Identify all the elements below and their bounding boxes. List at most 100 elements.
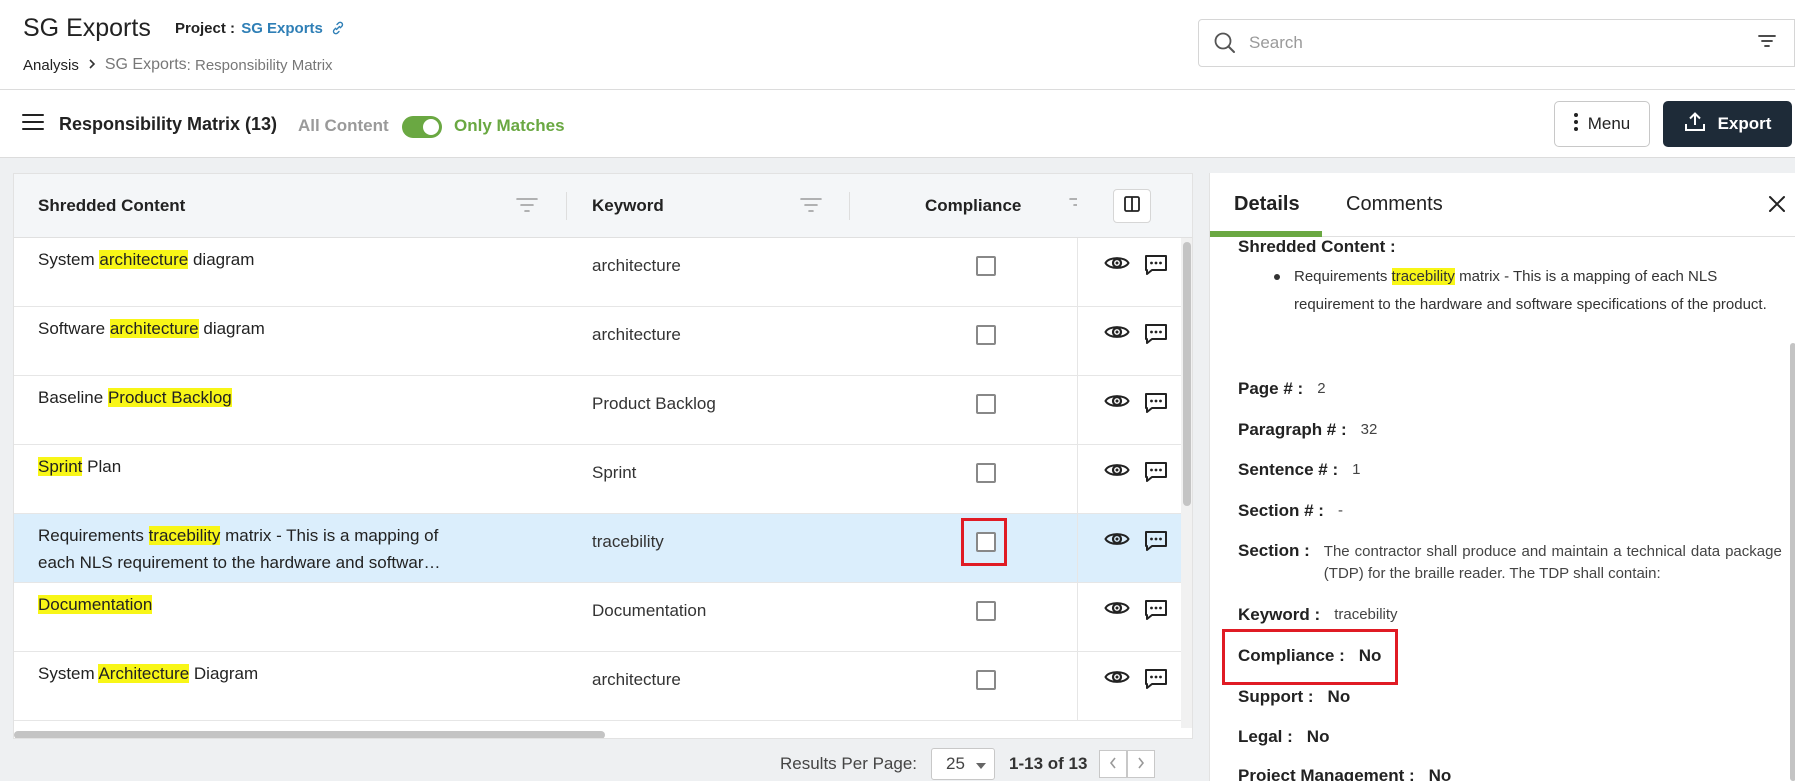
toggle-label-all-content[interactable]: All Content [298,116,389,136]
eye-icon[interactable] [1104,530,1130,553]
details-scrollbar-thumb[interactable] [1790,343,1795,781]
table-row[interactable]: Documentation Documentation [14,583,1182,652]
content-text-pre: System [38,664,99,683]
breadcrumb-root[interactable]: Analysis [23,57,79,74]
shredded-content-cell[interactable]: Software architecture diagram [38,315,458,342]
paragraph-value: 32 [1360,421,1378,438]
shredded-content-cell[interactable]: System Architecture Diagram [38,660,458,687]
section-number-label: Section # : [1238,501,1324,520]
shredded-content-cell[interactable]: Requirements tracebility matrix - This i… [38,522,458,576]
table-row[interactable]: Sprint Plan Sprint [14,445,1182,514]
content-keyword-highlight: Sprint [38,457,83,476]
field-page: Page # : 2 [1238,379,1326,399]
compliance-checkbox[interactable] [976,256,996,276]
toggle-label-only-matches[interactable]: Only Matches [454,116,565,136]
field-sentence: Sentence # : 1 [1238,460,1361,480]
hamburger-menu-icon[interactable] [22,113,44,136]
eye-icon[interactable] [1104,392,1130,415]
external-link-icon[interactable] [331,21,345,39]
column-separator [1077,514,1078,583]
column-chooser-button[interactable] [1113,189,1151,223]
shredded-content-text: Requirements tracebility matrix - This i… [1258,263,1778,319]
shredded-content-cell[interactable]: Documentation [38,591,458,618]
compliance-checkbox[interactable] [976,325,996,345]
chevron-left-icon [1109,757,1117,772]
comment-icon[interactable] [1144,668,1168,695]
column-separator[interactable] [566,192,567,220]
table-row[interactable]: Software architecture diagram architectur… [14,307,1182,376]
project-management-value: No [1428,766,1452,781]
compliance-checkbox[interactable] [976,394,996,414]
comment-icon[interactable] [1144,461,1168,488]
matrix-toolbar: Responsibility Matrix (13) All Content O… [0,90,1795,158]
paragraph-label: Paragraph # : [1238,420,1347,439]
filter-lines-icon [1757,33,1777,54]
comment-icon[interactable] [1144,392,1168,419]
compliance-checkbox[interactable] [976,463,996,483]
kebab-menu-icon [1573,112,1578,136]
content-text-pre: System [38,250,100,269]
eye-icon[interactable] [1104,461,1130,484]
next-page-button[interactable] [1127,750,1156,778]
compliance-checkbox[interactable] [976,601,996,621]
compliance-field-callout [1222,629,1398,685]
page-label: Page # : [1238,379,1304,398]
comment-icon[interactable] [1144,530,1168,557]
column-filter-icon[interactable] [516,196,538,219]
eye-icon[interactable] [1104,599,1130,622]
caret-down-icon [976,754,987,774]
column-header-shredded-content[interactable]: Shredded Content [38,174,185,238]
results-range: 1-13 of 13 [1009,754,1088,773]
column-filter-icon[interactable] [1069,196,1077,219]
pager-nav [1099,750,1156,778]
tab-comments[interactable]: Comments [1346,193,1443,216]
horizontal-scrollbar-thumb[interactable] [14,731,605,738]
menu-button[interactable]: Menu [1554,101,1650,147]
search-input[interactable] [1249,28,1719,58]
eye-icon[interactable] [1104,323,1130,346]
column-separator [1077,652,1078,721]
app-title: SG Exports [23,14,151,42]
sentence-label: Sentence # : [1238,460,1339,479]
close-icon[interactable] [1768,195,1786,218]
table-row[interactable]: System architecture diagram architecture [14,238,1182,307]
shredded-content-cell[interactable]: Sprint Plan [38,453,458,480]
content-text-post: Plan [82,457,122,476]
eye-icon[interactable] [1104,254,1130,277]
project-link[interactable]: SG Exports [241,20,323,37]
previous-page-button[interactable] [1099,750,1128,778]
field-project-management: Project Management : No [1238,766,1451,781]
comment-icon[interactable] [1144,323,1168,350]
project-info: Project : SG Exports [175,20,345,39]
filter-button[interactable] [1740,19,1795,67]
shredded-content-cell[interactable]: Baseline Product Backlog [38,384,458,411]
field-support: Support : No [1238,687,1350,707]
content-keyword-highlight: tracebility [148,526,221,545]
column-separator [1077,376,1078,445]
table-row[interactable]: System Architecture Diagram architecture [14,652,1182,721]
breadcrumb: Analysis SG Exports : Responsibility Mat… [23,56,333,74]
column-filter-icon[interactable] [800,196,822,219]
column-separator[interactable] [849,192,850,220]
field-paragraph: Paragraph # : 32 [1238,420,1377,440]
export-button[interactable]: Export [1663,101,1792,147]
column-header-keyword[interactable]: Keyword [592,174,664,238]
column-separator [1077,445,1078,514]
chevron-right-icon [1137,757,1145,772]
column-header-compliance[interactable]: Compliance [925,174,1021,238]
content-toggle-switch[interactable] [402,116,442,138]
results-per-page-select[interactable]: 25 [931,748,996,780]
comment-icon[interactable] [1144,599,1168,626]
compliance-checkbox[interactable] [976,670,996,690]
vertical-scrollbar-thumb[interactable] [1183,242,1191,506]
column-separator [1077,238,1078,307]
tab-details[interactable]: Details [1234,193,1300,216]
table-row[interactable]: Baseline Product Backlog Product Backlog [14,376,1182,445]
table-header: Shredded Content Keyword Compliance [14,174,1192,238]
pagination: Results Per Page: 25 1-13 of 13 [780,748,1156,780]
shredded-content-cell[interactable]: System architecture diagram [38,246,458,273]
eye-icon[interactable] [1104,668,1130,691]
menu-button-label: Menu [1587,114,1631,133]
keyword-cell: Documentation [592,601,707,620]
comment-icon[interactable] [1144,254,1168,281]
